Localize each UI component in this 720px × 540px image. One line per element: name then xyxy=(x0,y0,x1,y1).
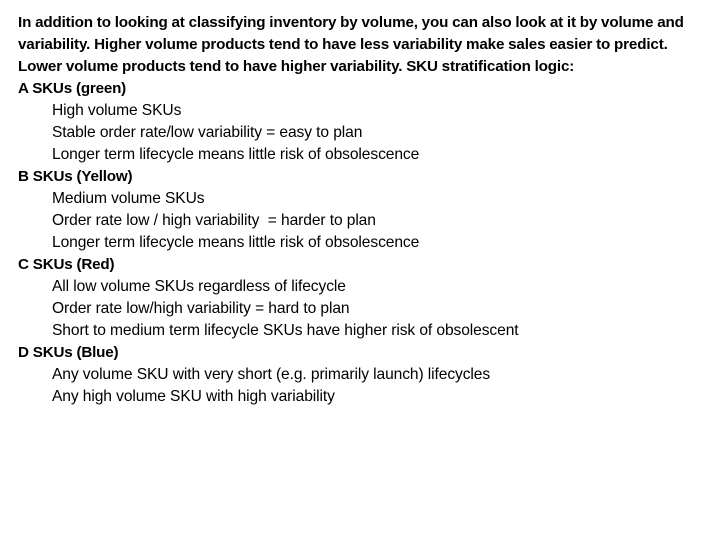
sku-group-b-item-1: Medium volume SKUs xyxy=(52,190,205,207)
sku-group-a: A SKUs (green) High volume SKUs Stable o… xyxy=(18,78,712,166)
intro-paragraph: In addition to looking at classifying in… xyxy=(18,14,684,75)
sku-group-c: C SKUs (Red) All low volume SKUs regardl… xyxy=(18,254,712,342)
sku-group-a-heading: A SKUs (green) xyxy=(18,80,127,97)
sku-group-a-item-3: Longer term lifecycle means little risk … xyxy=(52,146,420,163)
sku-group-b-item-3: Longer term lifecycle means little risk … xyxy=(52,234,420,251)
slide-canvas: In addition to looking at classifying in… xyxy=(0,0,720,540)
sku-group-a-item-1: High volume SKUs xyxy=(52,102,182,119)
sku-group-b-heading: B SKUs (Yellow) xyxy=(18,168,133,185)
sku-group-d-heading: D SKUs (Blue) xyxy=(18,344,119,361)
sku-group-c-heading: C SKUs (Red) xyxy=(18,256,115,273)
sku-group-d: D SKUs (Blue) Any volume SKU with very s… xyxy=(18,342,712,408)
sku-group-c-item-1: All low volume SKUs regardless of lifecy… xyxy=(52,278,346,295)
sku-group-b-item-2: Order rate low / high variability = hard… xyxy=(52,212,376,229)
sku-group-c-item-3: Short to medium term lifecycle SKUs have… xyxy=(52,322,519,339)
sku-group-c-item-2: Order rate low/high variability = hard t… xyxy=(52,300,350,317)
sku-group-b: B SKUs (Yellow) Medium volume SKUs Order… xyxy=(18,166,712,254)
sku-group-a-item-2: Stable order rate/low variability = easy… xyxy=(52,124,363,141)
sku-group-d-item-2: Any high volume SKU with high variabilit… xyxy=(52,388,335,405)
sku-group-d-item-1: Any volume SKU with very short (e.g. pri… xyxy=(52,366,491,383)
